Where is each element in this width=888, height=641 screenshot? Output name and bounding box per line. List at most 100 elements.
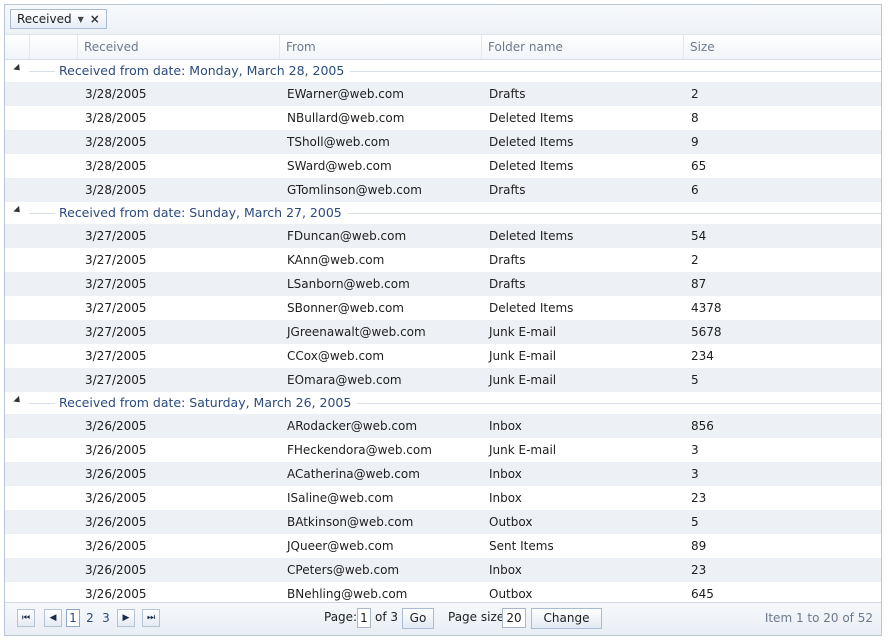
cell-received: 3/28/2005 [85,111,147,125]
cell-folder: Junk E-mail [489,349,557,363]
group-chip-received[interactable]: Received ▼ × [10,9,107,29]
table-row[interactable]: 3/26/2005 BAtkinson@web.com Outbox 5 [5,510,881,534]
column-header-row: Received From Folder name Size [5,35,881,60]
pager: ⏮ ◀ 1 2 3 ▶ ⏭ Page: 1 of 3 Go Page size:… [5,602,881,635]
cell-folder: Deleted Items [489,301,574,315]
cell-received: 3/26/2005 [85,443,147,457]
collapse-group-icon[interactable] [13,395,23,406]
table-row[interactable]: 3/27/2005 KAnn@web.com Drafts 2 [5,248,881,272]
close-icon[interactable]: × [90,12,100,26]
table-row[interactable]: 3/26/2005 ARodacker@web.com Inbox 856 [5,414,881,438]
next-page-icon[interactable]: ▶ [117,609,135,627]
cell-folder: Junk E-mail [489,443,557,457]
cell-received: 3/27/2005 [85,373,147,387]
cell-from: ARodacker@web.com [287,419,418,433]
previous-page-icon[interactable]: ◀ [44,609,62,627]
table-row[interactable]: 3/28/2005 EWarner@web.com Drafts 2 [5,82,881,106]
cell-from: GTomlinson@web.com [287,183,422,197]
cell-received: 3/26/2005 [85,419,147,433]
go-button[interactable]: Go [402,608,434,629]
collapse-group-icon[interactable] [13,63,23,74]
table-row[interactable]: 3/26/2005 ACatherina@web.com Inbox 3 [5,462,881,486]
group-divider [29,403,55,404]
cell-received: 3/26/2005 [85,539,147,553]
table-row[interactable]: 3/27/2005 CCox@web.com Junk E-mail 234 [5,344,881,368]
group-panel: Received ▼ × [5,5,881,35]
cell-from: FDuncan@web.com [287,229,407,243]
cell-size: 87 [691,277,707,291]
table-row[interactable]: 3/27/2005 SBonner@web.com Deleted Items 437… [5,296,881,320]
cell-size: 54 [691,229,707,243]
cell-received: 3/28/2005 [85,183,147,197]
table-row[interactable]: 3/27/2005 EOmara@web.com Junk E-mail 5 [5,368,881,392]
column-header-received[interactable]: Received [77,35,279,59]
page-count-text: of 3 [375,610,399,624]
cell-folder: Outbox [489,515,533,529]
cell-folder: Inbox [489,563,522,577]
cell-received: 3/28/2005 [85,87,147,101]
cell-size: 23 [691,491,707,505]
table-row[interactable]: 3/27/2005 FDuncan@web.com Deleted Items 54 [5,224,881,248]
group-header-row: Received from date: Monday, March 28, 20… [5,60,881,82]
cell-folder: Inbox [489,467,522,481]
cell-from: ACatherina@web.com [287,467,420,481]
page-input[interactable]: 1 [357,608,371,628]
column-header-from[interactable]: From [279,35,481,59]
cell-from: KAnn@web.com [287,253,385,267]
page-label: Page: [324,610,358,624]
cell-received: 3/26/2005 [85,515,147,529]
table-row[interactable]: 3/28/2005 GTomlinson@web.com Drafts 6 [5,178,881,202]
first-page-icon[interactable]: ⏮ [17,609,35,627]
table-row[interactable]: 3/27/2005 JGreenawalt@web.com Junk E-mail 5… [5,320,881,344]
collapse-group-icon[interactable] [13,205,23,216]
cell-size: 856 [691,419,714,433]
group-title: Received from date: Monday, March 28, 20… [59,63,345,78]
cell-from: SWard@web.com [287,159,392,173]
page-number-3[interactable]: 3 [99,609,113,627]
cell-from: JGreenawalt@web.com [287,325,426,339]
group-divider [350,71,881,72]
column-header-size[interactable]: Size [683,35,881,59]
group-divider [29,213,55,214]
table-row[interactable]: 3/28/2005 TSholl@web.com Deleted Items 9 [5,130,881,154]
cell-received: 3/28/2005 [85,159,147,173]
group-header-row: Received from date: Sunday, March 27, 20… [5,202,881,224]
cell-folder: Deleted Items [489,159,574,173]
cell-received: 3/28/2005 [85,135,147,149]
group-chip-label: Received [17,12,72,26]
cell-size: 23 [691,563,707,577]
table-row[interactable]: 3/26/2005 CPeters@web.com Inbox 23 [5,558,881,582]
column-header-folder[interactable]: Folder name [481,35,683,59]
cell-size: 5678 [691,325,722,339]
cell-from: JQueer@web.com [287,539,394,553]
page-number-2[interactable]: 2 [83,609,97,627]
sort-arrow-icon[interactable]: ▼ [78,15,84,24]
cell-from: TSholl@web.com [287,135,390,149]
table-row[interactable]: 3/28/2005 NBullard@web.com Deleted Items 8 [5,106,881,130]
table-row[interactable]: 3/26/2005 FHeckendora@web.com Junk E-mail 3 [5,438,881,462]
table-row[interactable]: 3/26/2005 JQueer@web.com Sent Items 89 [5,534,881,558]
cell-received: 3/26/2005 [85,491,147,505]
cell-folder: Drafts [489,253,526,267]
cell-from: LSanborn@web.com [287,277,410,291]
last-page-icon[interactable]: ⏭ [142,609,160,627]
expand-column-header [5,35,29,59]
table-row[interactable]: 3/26/2005 ISaline@web.com Inbox 23 [5,486,881,510]
table-row[interactable]: 3/27/2005 LSanborn@web.com Drafts 87 [5,272,881,296]
cell-received: 3/27/2005 [85,229,147,243]
cell-from: EWarner@web.com [287,87,404,101]
page-size-input[interactable]: 20 [502,608,526,628]
cell-folder: Inbox [489,419,522,433]
cell-folder: Deleted Items [489,229,574,243]
cell-size: 9 [691,135,699,149]
change-button[interactable]: Change [531,608,602,629]
group-divider [29,71,55,72]
cell-folder: Inbox [489,491,522,505]
cell-size: 8 [691,111,699,125]
indent-column-header [29,35,77,59]
group-divider [348,213,881,214]
page-number-1[interactable]: 1 [66,609,80,627]
cell-from: CPeters@web.com [287,563,400,577]
cell-size: 2 [691,87,699,101]
table-row[interactable]: 3/28/2005 SWard@web.com Deleted Items 65 [5,154,881,178]
